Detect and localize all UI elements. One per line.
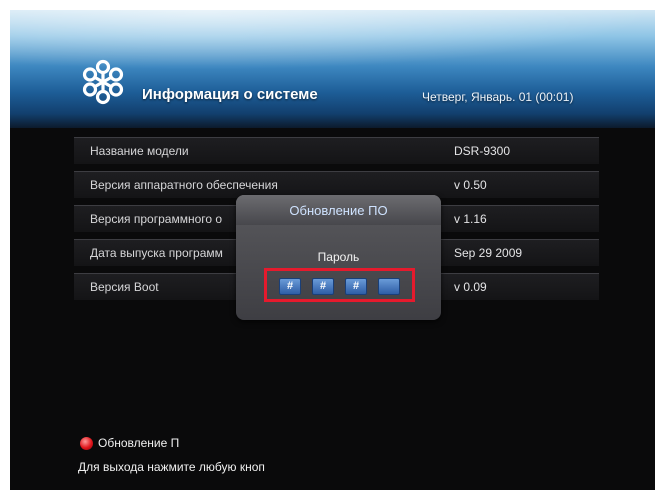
info-label: Версия аппаратного обеспечения [90, 178, 278, 192]
date-time: Четверг, Январь. 01 (00:01) [422, 90, 574, 104]
dialog-title: Обновление ПО [289, 203, 388, 218]
exit-hint: Для выхода нажмите любую кноп [78, 460, 265, 474]
password-label: Пароль [317, 250, 360, 264]
update-action-label[interactable]: Обновление П [98, 436, 179, 450]
password-input[interactable]: # # # [264, 268, 415, 302]
software-update-dialog: Обновление ПО Пароль # # # [236, 195, 441, 320]
snowflake-icon [82, 59, 124, 105]
info-value: v 0.50 [454, 178, 487, 192]
info-value: v 0.09 [454, 280, 487, 294]
info-label: Дата выпуска программ [90, 246, 223, 260]
page-title: Информация о системе [142, 86, 318, 103]
pin-digit-4[interactable] [378, 278, 400, 295]
red-button-icon [80, 437, 93, 450]
pin-digit-1[interactable]: # [279, 278, 301, 295]
pin-digit-2[interactable]: # [312, 278, 334, 295]
info-label: Версия Boot [90, 280, 159, 294]
info-row-hardware-version: Версия аппаратного обеспечения v 0.50 [74, 171, 599, 198]
info-label: Версия программного о [90, 212, 223, 226]
info-value: Sep 29 2009 [454, 246, 523, 260]
info-value: DSR-9300 [454, 144, 511, 158]
tv-screen: Информация о системе Четверг, Январь. 01… [10, 10, 655, 490]
pin-digit-3[interactable]: # [345, 278, 367, 295]
info-label: Название модели [90, 144, 189, 158]
dialog-title-bar: Обновление ПО [236, 195, 441, 225]
info-row-model: Название модели DSR-9300 [74, 137, 599, 164]
info-value: v 1.16 [454, 212, 487, 226]
header-bar: Информация о системе Четверг, Январь. 01… [10, 10, 655, 128]
